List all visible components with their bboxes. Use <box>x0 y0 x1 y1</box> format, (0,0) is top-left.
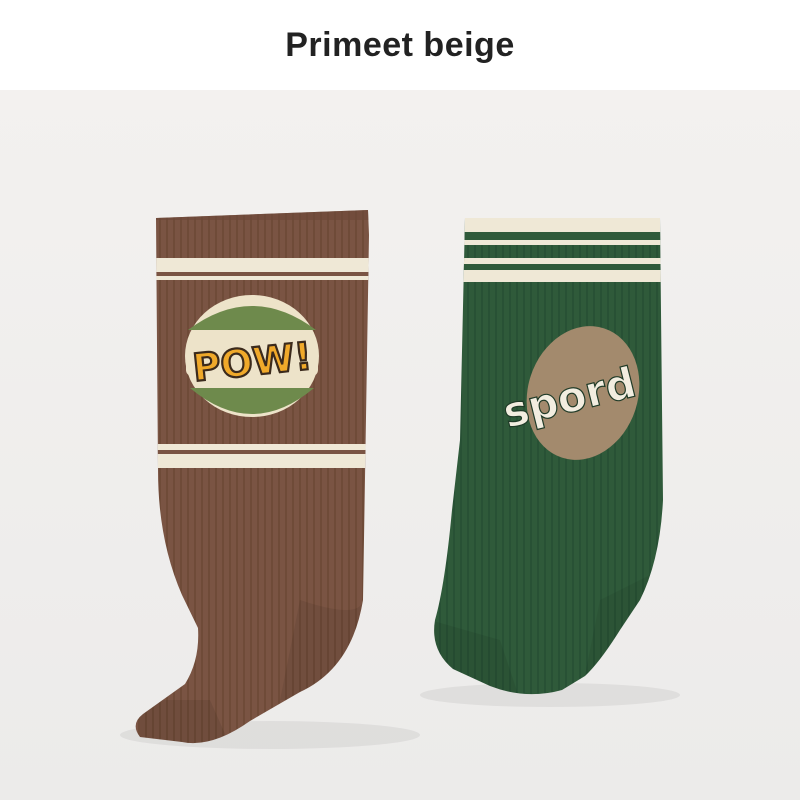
green-sock-second-stripe <box>440 258 663 264</box>
title-bar: Primeet beige <box>0 0 800 90</box>
brown-sock-upper-stripe <box>140 258 369 272</box>
pow-patch: POW! <box>185 295 319 417</box>
brown-sock-lower-stripe <box>140 444 369 450</box>
photo-background <box>0 90 800 800</box>
green-sock-top-stripe <box>440 218 663 232</box>
page-title: Primeet beige <box>285 25 515 64</box>
product-photo: POW! spord <box>0 90 800 800</box>
